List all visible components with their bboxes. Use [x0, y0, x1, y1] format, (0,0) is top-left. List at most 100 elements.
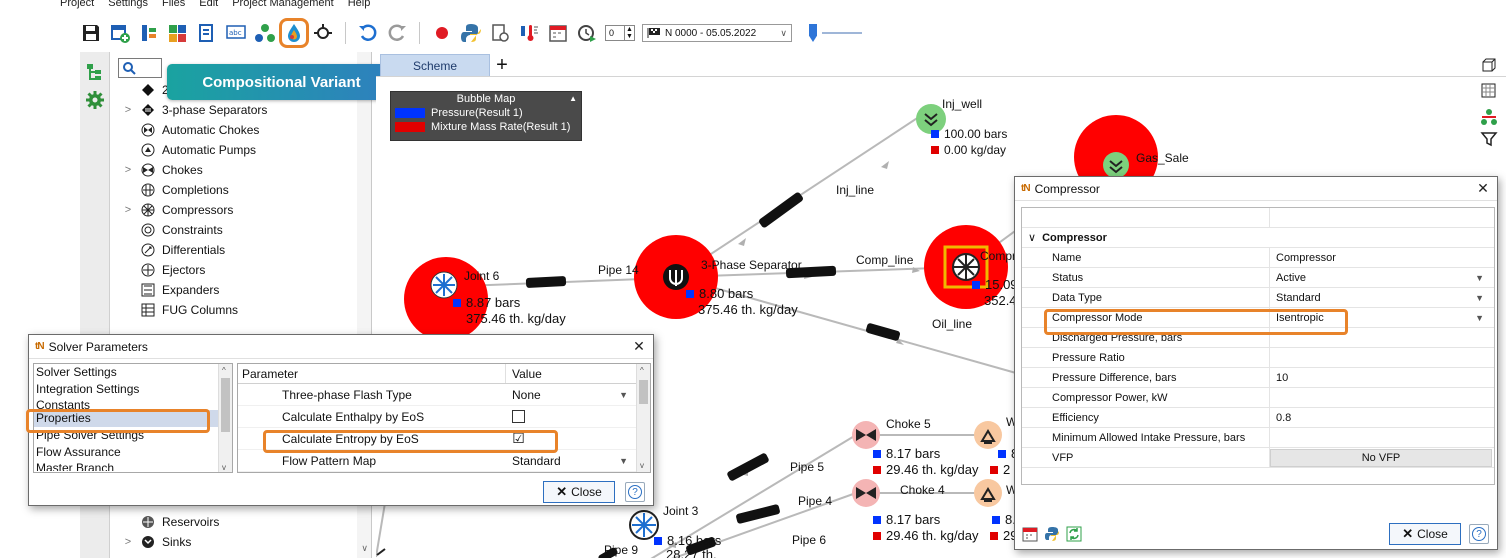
undo-icon[interactable]: [357, 22, 379, 44]
chevron-down-icon[interactable]: ▼: [1475, 313, 1484, 323]
property-value[interactable]: [1270, 348, 1494, 367]
category-item[interactable]: Solver Settings: [34, 364, 232, 381]
menu-project-management[interactable]: Project Management: [232, 0, 334, 14]
tree-item-chevron[interactable]: >: [122, 104, 134, 116]
compressor-dialog-titlebar[interactable]: tN Compressor ✕: [1015, 177, 1497, 201]
chevron-down-icon[interactable]: ∨: [361, 543, 368, 554]
calendar-icon[interactable]: [1021, 525, 1039, 543]
tree-item-chevron[interactable]: >: [122, 204, 134, 216]
property-value[interactable]: 0.8: [1270, 408, 1494, 427]
table-row[interactable]: Efficiency 0.8: [1022, 408, 1494, 428]
menu-help[interactable]: Help: [348, 0, 371, 14]
property-value-select[interactable]: Active ▼: [1270, 268, 1494, 287]
edit-document-icon[interactable]: [196, 22, 218, 44]
property-value[interactable]: [1270, 328, 1494, 347]
redo-icon[interactable]: [386, 22, 408, 44]
chevron-down-icon[interactable]: ▼: [619, 390, 628, 400]
category-item[interactable]: Master Branch: [34, 461, 232, 471]
clock-run-icon[interactable]: [576, 22, 598, 44]
add-tab-icon[interactable]: +: [490, 54, 514, 76]
table-row[interactable]: Pressure Ratio: [1022, 348, 1494, 368]
parameter-scrollbar[interactable]: ^ v: [636, 364, 650, 472]
param-value-select[interactable]: None ▼: [506, 388, 634, 402]
tab-scheme[interactable]: Scheme: [380, 54, 490, 76]
bubble-map-legend[interactable]: Bubble Map ▲ Pressure(Result 1) Mixture M…: [390, 91, 582, 141]
tree-item-chevron[interactable]: >: [122, 164, 134, 176]
table-row[interactable]: Status Active ▼: [1022, 268, 1494, 288]
vfp-button[interactable]: No VFP: [1270, 448, 1492, 467]
category-item[interactable]: Pipe Solver Settings: [34, 427, 232, 444]
record-icon[interactable]: [431, 22, 453, 44]
tree-search-input[interactable]: [118, 58, 162, 78]
compressor-close-button[interactable]: ✕ Close: [1389, 523, 1461, 545]
gear-icon[interactable]: [83, 88, 107, 112]
chevron-down-icon[interactable]: ▼: [619, 456, 628, 466]
entropy-checkbox[interactable]: ☑: [512, 431, 525, 445]
enthalpy-checkbox[interactable]: [512, 410, 525, 423]
solver-close-button[interactable]: ✕ Close: [543, 481, 615, 503]
compositional-variant-icon[interactable]: [279, 18, 309, 48]
category-item[interactable]: Constants: [34, 398, 232, 410]
menu-edit[interactable]: Edit: [199, 0, 218, 14]
branch-select[interactable]: N 0000 - 05.05.2022 ∨: [642, 24, 792, 42]
category-item[interactable]: Flow Assurance: [34, 444, 232, 461]
tree-item[interactable]: Differentials: [110, 240, 372, 260]
grid-icon[interactable]: [1478, 80, 1500, 102]
chevron-down-icon[interactable]: ▼: [1475, 273, 1484, 283]
property-value[interactable]: 10: [1270, 368, 1494, 387]
timeline-slider-track[interactable]: [822, 32, 862, 34]
python-icon[interactable]: [1043, 525, 1061, 543]
spinner-arrows-icon[interactable]: ▲ ▼: [624, 26, 634, 40]
palette-icon[interactable]: [167, 22, 189, 44]
tree-item-chevron[interactable]: >: [122, 536, 134, 548]
table-row[interactable]: Minimum Allowed Intake Pressure, bars: [1022, 428, 1494, 448]
tree-view-icon[interactable]: [83, 60, 107, 84]
refresh-icon[interactable]: [1065, 525, 1083, 543]
chevron-down-icon[interactable]: ▼: [1475, 293, 1484, 303]
new-object-icon[interactable]: [109, 22, 131, 44]
property-value-select[interactable]: Standard ▼: [1270, 288, 1494, 307]
save-icon[interactable]: [80, 22, 102, 44]
help-button[interactable]: ?: [625, 482, 645, 502]
menu-settings[interactable]: Settings: [108, 0, 148, 14]
property-value[interactable]: Compressor: [1270, 248, 1494, 267]
table-row[interactable]: VFP No VFP: [1022, 448, 1494, 468]
category-scrollbar[interactable]: ^ v: [218, 364, 232, 472]
tree-item[interactable]: Automatic Pumps: [110, 140, 372, 160]
timeline-slider-thumb[interactable]: [809, 24, 817, 42]
close-icon[interactable]: ✕: [625, 338, 653, 355]
close-icon[interactable]: ✕: [1469, 180, 1497, 197]
abc-label-icon[interactable]: abc: [225, 22, 247, 44]
table-row[interactable]: Compressor Power, kW: [1022, 388, 1494, 408]
help-button[interactable]: ?: [1469, 524, 1489, 544]
tree-item[interactable]: FUG Columns: [110, 300, 372, 320]
property-group-row[interactable]: ∨ Compressor: [1022, 228, 1494, 248]
filter-icon[interactable]: [1478, 128, 1500, 150]
nodes-icon[interactable]: [1478, 106, 1500, 128]
collapse-icon[interactable]: ▲: [569, 92, 577, 106]
solver-dialog-titlebar[interactable]: tN Solver Parameters ✕: [29, 335, 653, 359]
calendar-icon[interactable]: [547, 22, 569, 44]
tree-item[interactable]: >3-phase Separators: [110, 100, 372, 120]
property-value[interactable]: [1270, 388, 1494, 407]
table-row[interactable]: Name Compressor: [1022, 248, 1494, 268]
category-item[interactable]: Integration Settings: [34, 381, 232, 398]
chevron-down-icon[interactable]: ∨: [1028, 231, 1036, 244]
split-icon[interactable]: [138, 22, 160, 44]
plugin-icon[interactable]: [312, 22, 334, 44]
tree-item[interactable]: Reservoirs: [110, 512, 372, 532]
param-value-select[interactable]: Standard ▼: [506, 454, 634, 468]
property-group[interactable]: ∨ Compressor: [1022, 228, 1270, 247]
property-value[interactable]: [1270, 428, 1494, 447]
table-row[interactable]: Discharged Pressure, bars: [1022, 328, 1494, 348]
tree-item[interactable]: > Compressors: [110, 200, 372, 220]
category-item-selected[interactable]: Properties: [34, 410, 232, 427]
menu-project[interactable]: Project: [60, 0, 94, 14]
property-value-select[interactable]: Isentropic ▼: [1270, 308, 1494, 327]
tree-item[interactable]: Constraints: [110, 220, 372, 240]
temperature-icon[interactable]: [518, 22, 540, 44]
tree-item[interactable]: Expanders: [110, 280, 372, 300]
tree-item[interactable]: Automatic Chokes: [110, 120, 372, 140]
python-icon[interactable]: [460, 22, 482, 44]
table-row[interactable]: Pressure Difference, bars 10: [1022, 368, 1494, 388]
